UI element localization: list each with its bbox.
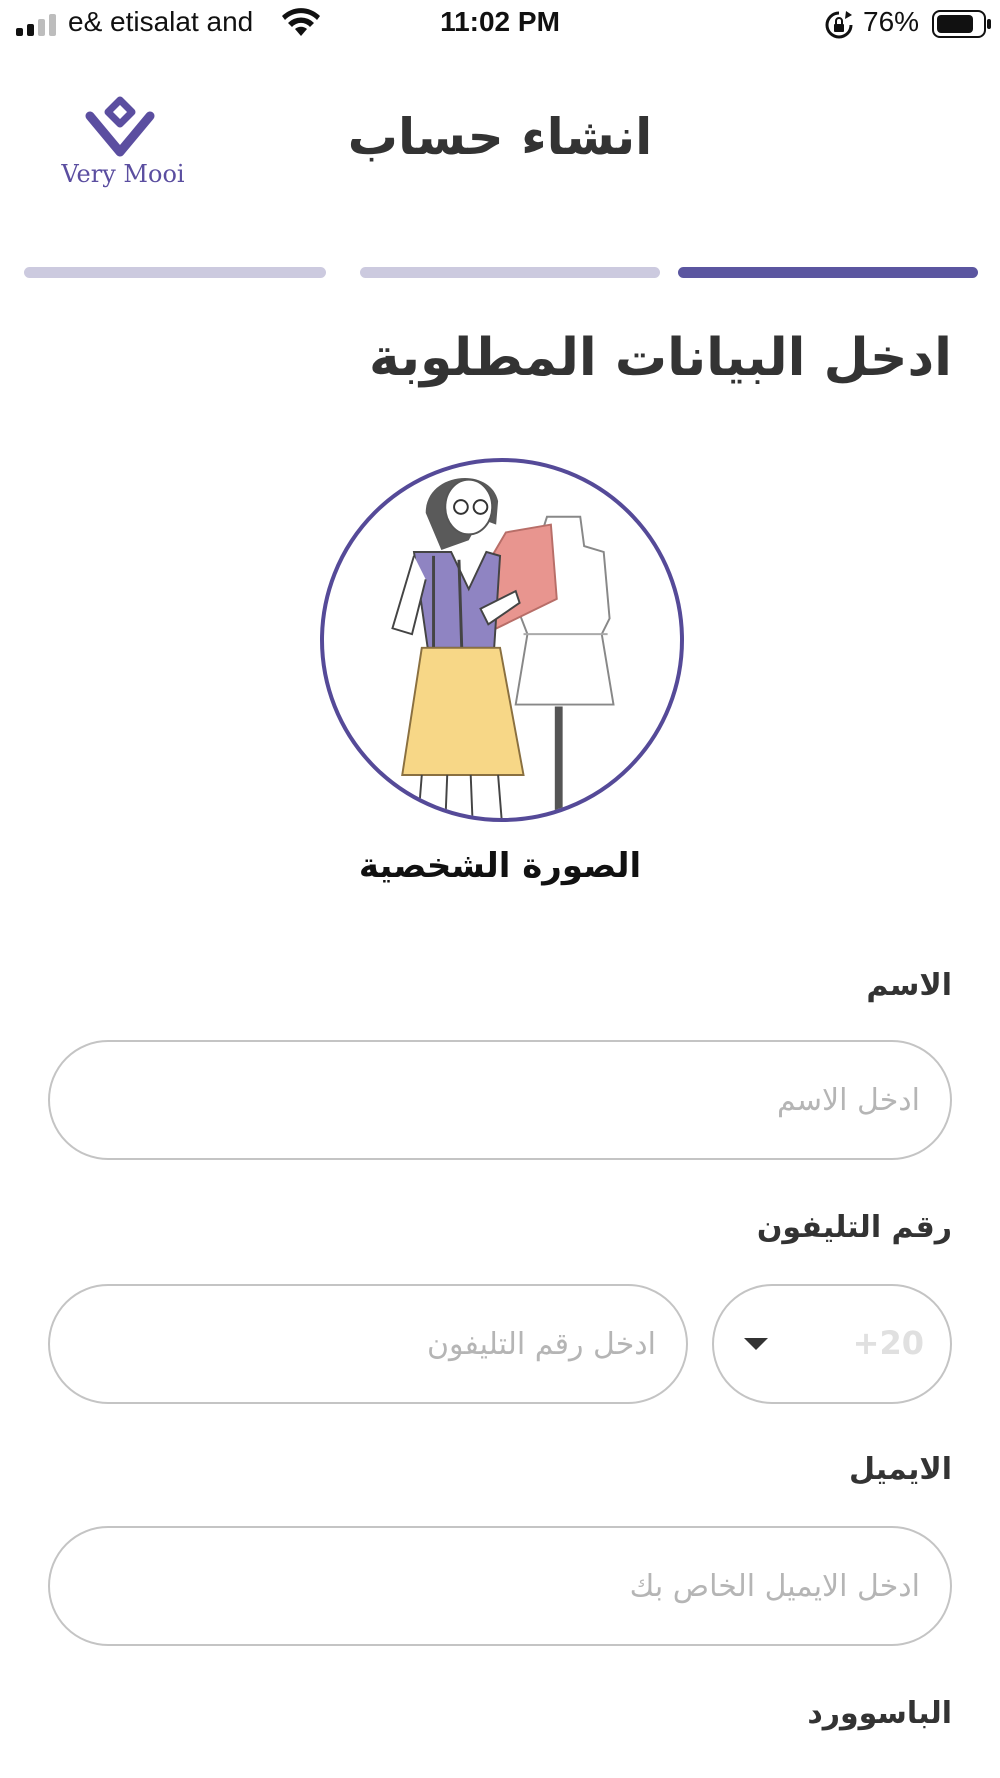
password-label: الباسوورد: [807, 1696, 952, 1731]
avatar-label: الصورة الشخصية: [358, 846, 642, 886]
rotation-lock-icon: [825, 11, 853, 39]
country-code-value: +20: [852, 1324, 924, 1362]
phone-label: رقم التليفون: [756, 1210, 952, 1245]
page-title: انشاء حساب: [347, 108, 653, 166]
email-input[interactable]: [48, 1526, 952, 1646]
battery-percent: 76%: [863, 6, 920, 37]
name-label: الاسم: [866, 968, 952, 1003]
avatar-picker[interactable]: [320, 458, 684, 822]
avatar-illustration: [391, 478, 615, 818]
dropdown-caret-icon: [744, 1338, 768, 1350]
brand-logo: Very Mooi: [58, 96, 188, 196]
email-label: الايميل: [848, 1452, 952, 1487]
logo-mark-icon: [85, 96, 155, 157]
name-input[interactable]: [48, 1040, 952, 1160]
section-heading: ادخل البيانات المطلوبة: [369, 328, 952, 388]
battery-icon: [932, 10, 991, 38]
status-bar: e& etisalat and 11:02 PM 76%: [0, 0, 1000, 50]
country-code-select[interactable]: +20: [712, 1284, 952, 1404]
phone-input[interactable]: [48, 1284, 688, 1404]
progress-step-1: [678, 267, 978, 278]
logo-text: Very Mooi: [61, 160, 185, 188]
progress-step-3: [24, 267, 326, 278]
progress-step-2: [360, 267, 660, 278]
